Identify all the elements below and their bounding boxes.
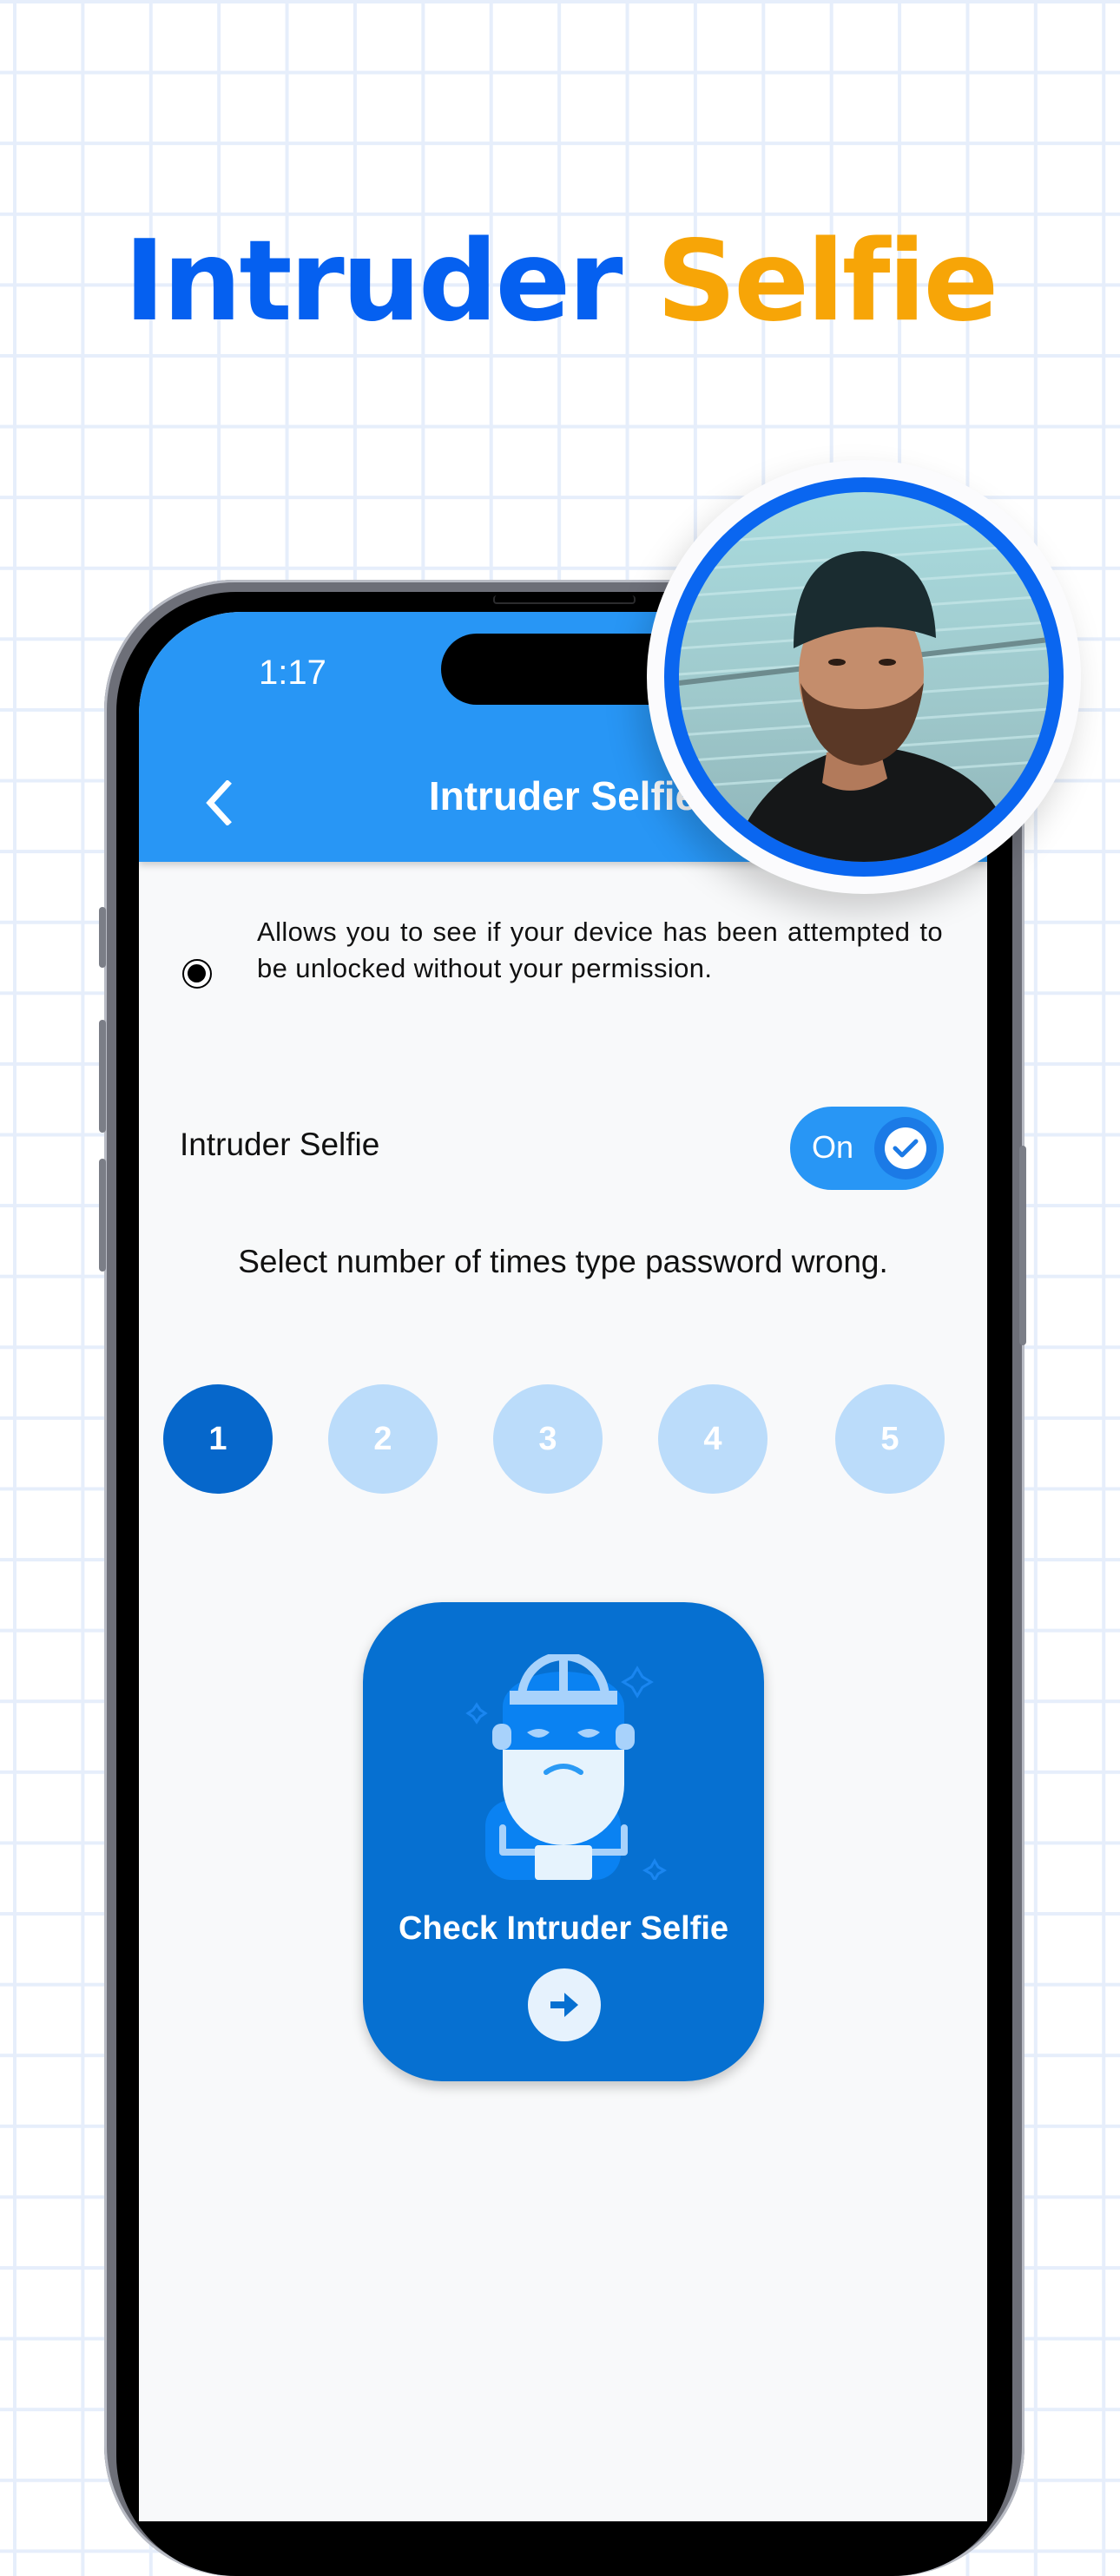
intruder-thief-icon bbox=[465, 1654, 668, 1880]
intruder-selfie-label: Intruder Selfie bbox=[180, 1127, 380, 1162]
hero-title-part1: Intruder bbox=[123, 217, 623, 346]
hero-title: Intruder Selfie bbox=[0, 217, 1120, 347]
man-in-cap-photo bbox=[679, 492, 1049, 862]
intruder-selfie-toggle[interactable]: On bbox=[790, 1107, 944, 1190]
phone-speaker bbox=[493, 595, 636, 604]
attempt-option-3[interactable]: 3 bbox=[493, 1384, 603, 1494]
phone-side-button bbox=[99, 907, 106, 968]
check-intruder-selfie-card[interactable]: Check Intruder Selfie bbox=[363, 1602, 764, 2081]
arrow-right-icon bbox=[550, 1993, 578, 2017]
phone-screen: 1:17 Intruder Selfie Allows you to see i… bbox=[139, 612, 987, 2521]
attempt-option-2[interactable]: 2 bbox=[328, 1384, 438, 1494]
radio-selected-icon bbox=[182, 959, 212, 989]
toggle-state-label: On bbox=[812, 1129, 854, 1165]
check-circle-icon bbox=[893, 1139, 919, 1158]
attempt-option-4[interactable]: 4 bbox=[658, 1384, 768, 1494]
intruder-photo-badge bbox=[647, 460, 1081, 894]
phone-volume-down-button bbox=[99, 1159, 106, 1272]
attempts-selector: 1 2 3 4 5 bbox=[139, 1384, 987, 1494]
intruder-photo bbox=[679, 492, 1049, 862]
hero-title-part2: Selfie bbox=[656, 217, 998, 346]
phone-volume-up-button bbox=[99, 1020, 106, 1133]
check-intruder-selfie-arrow-button[interactable] bbox=[528, 1968, 601, 2041]
attempt-option-1[interactable]: 1 bbox=[163, 1384, 273, 1494]
status-time: 1:17 bbox=[259, 654, 326, 692]
attempt-option-5[interactable]: 5 bbox=[835, 1384, 945, 1494]
phone-power-button bbox=[1019, 1146, 1026, 1345]
toggle-knob bbox=[874, 1117, 937, 1180]
description-text: Allows you to see if your device has bee… bbox=[257, 917, 943, 983]
check-intruder-selfie-label: Check Intruder Selfie bbox=[398, 1910, 729, 1947]
attempts-prompt: Select number of times type password wro… bbox=[238, 1244, 888, 1279]
photo-ring bbox=[664, 477, 1064, 877]
